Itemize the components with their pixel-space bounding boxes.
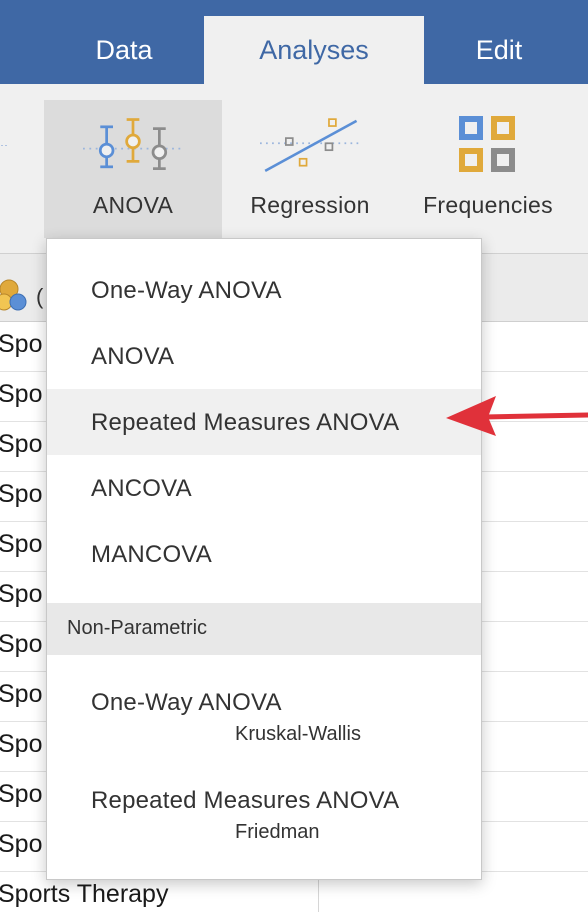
table-cell: Spo — [0, 680, 43, 708]
top-tab-bar: Data Analyses Edit — [0, 0, 588, 84]
table-cell: Spo — [0, 780, 43, 808]
regression-icon — [260, 110, 360, 180]
non-parametric-section-header: Non-Parametric — [47, 603, 481, 655]
tab-analyses[interactable]: Analyses — [204, 16, 424, 84]
table-cell: Spo — [0, 430, 43, 458]
menu-item-label: Repeated Measures ANOVA — [91, 409, 400, 436]
menu-item-label: One-Way ANOVA — [91, 689, 282, 716]
section-header-label: Non-Parametric — [67, 617, 208, 639]
nominal-variable-icon — [0, 279, 27, 311]
table-cell: Spo — [0, 630, 43, 658]
frequencies-ribbon-button[interactable]: Frequencies — [410, 100, 566, 240]
column-header-name[interactable]: ( — [36, 284, 43, 310]
menu-item-label: ANOVA — [91, 343, 175, 370]
anova-dropdown-menu: One-Way ANOVA ANOVA Repeated Measures AN… — [46, 238, 482, 880]
menu-item-sublabel: Kruskal-Wallis — [235, 723, 361, 745]
menu-item-label: Repeated Measures ANOVA — [91, 787, 400, 814]
anova-ribbon-label: ANOVA — [92, 192, 174, 218]
table-cell: Spo — [0, 530, 43, 558]
frequencies-ribbon-label: Frequencies — [423, 192, 553, 218]
table-cell: Spo — [0, 730, 43, 758]
menu-item-sublabel: Friedman — [235, 821, 320, 843]
ribbon-edge-dots — [1, 145, 7, 146]
regression-ribbon-button[interactable]: Regression — [236, 100, 384, 240]
regression-ribbon-label: Regression — [250, 192, 370, 218]
menu-item-friedman[interactable]: Repeated Measures ANOVA Friedman — [47, 769, 481, 863]
menu-item-repeated-measures-anova[interactable]: Repeated Measures ANOVA — [47, 389, 481, 455]
menu-item-label: MANCOVA — [91, 541, 212, 568]
tab-edit[interactable]: Edit — [424, 16, 574, 84]
menu-item-label: ANCOVA — [91, 475, 192, 502]
table-cell: Spo — [0, 580, 43, 608]
tab-data[interactable]: Data — [44, 16, 204, 84]
menu-item-one-way-anova[interactable]: One-Way ANOVA — [47, 257, 481, 323]
table-cell: Sports Therapy — [0, 880, 169, 908]
table-cell: Spo — [0, 330, 43, 358]
menu-item-kruskal-wallis[interactable]: One-Way ANOVA Kruskal-Wallis — [47, 671, 481, 765]
anova-icon — [83, 110, 183, 180]
menu-item-ancova[interactable]: ANCOVA — [47, 455, 481, 521]
annotation-arrow-icon — [446, 396, 588, 436]
analyses-ribbon: ANOVA Regression Frequencies — [0, 84, 588, 254]
anova-ribbon-button[interactable]: ANOVA — [44, 100, 222, 238]
menu-item-label: One-Way ANOVA — [91, 277, 282, 304]
table-cell: Spo — [0, 480, 43, 508]
menu-item-anova[interactable]: ANOVA — [47, 323, 481, 389]
menu-item-mancova[interactable]: MANCOVA — [47, 521, 481, 587]
table-cell: Spo — [0, 380, 43, 408]
frequencies-icon — [438, 110, 538, 180]
table-cell: Spo — [0, 830, 43, 858]
